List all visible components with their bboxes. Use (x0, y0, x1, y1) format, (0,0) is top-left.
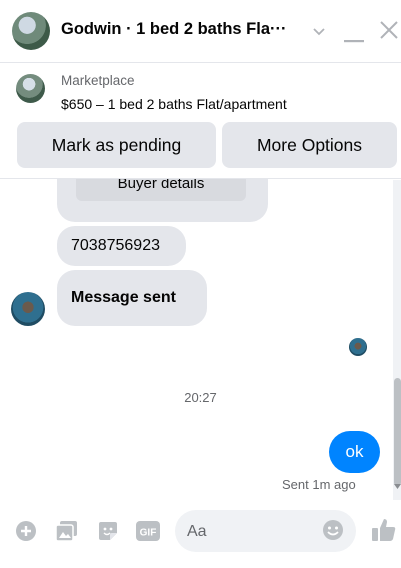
message-sent-bubble: Message sent (57, 270, 207, 326)
image-icon[interactable] (55, 519, 79, 543)
card-divider (0, 178, 401, 179)
gif-icon[interactable]: GIF (136, 519, 160, 543)
read-receipt-avatar (349, 338, 367, 356)
message-input-placeholder: Aa (187, 523, 207, 540)
sent-status: Sent 1m ago (282, 477, 356, 492)
contact-avatar[interactable] (12, 12, 50, 50)
minimize-icon[interactable] (344, 30, 364, 48)
close-icon[interactable] (379, 20, 399, 45)
listing-title[interactable]: $650 – 1 bed 2 baths Flat/apartment (61, 96, 287, 112)
sender-avatar[interactable] (11, 292, 45, 326)
gif-label: GIF (140, 528, 157, 539)
chevron-down-icon[interactable] (312, 20, 326, 43)
emoji-icon[interactable] (322, 519, 344, 546)
plus-icon[interactable] (14, 519, 38, 543)
scrollbar-thumb[interactable] (394, 378, 401, 486)
sticker-icon[interactable] (96, 519, 120, 543)
more-options-button[interactable]: More Options (222, 122, 397, 168)
phone-number-bubble: 7038756923 (57, 226, 186, 266)
marketplace-label: Marketplace (61, 73, 135, 88)
thumbs-up-icon[interactable] (370, 516, 398, 549)
scroll-down-arrow-icon[interactable] (394, 477, 401, 495)
timestamp: 20:27 (184, 390, 217, 405)
listing-thumbnail[interactable] (16, 74, 45, 103)
mark-as-pending-button[interactable]: Mark as pending (17, 122, 216, 168)
chat-title[interactable]: Godwin · 1 bed 2 baths Fla··· (61, 20, 287, 39)
outgoing-message-bubble: ok (329, 431, 380, 473)
